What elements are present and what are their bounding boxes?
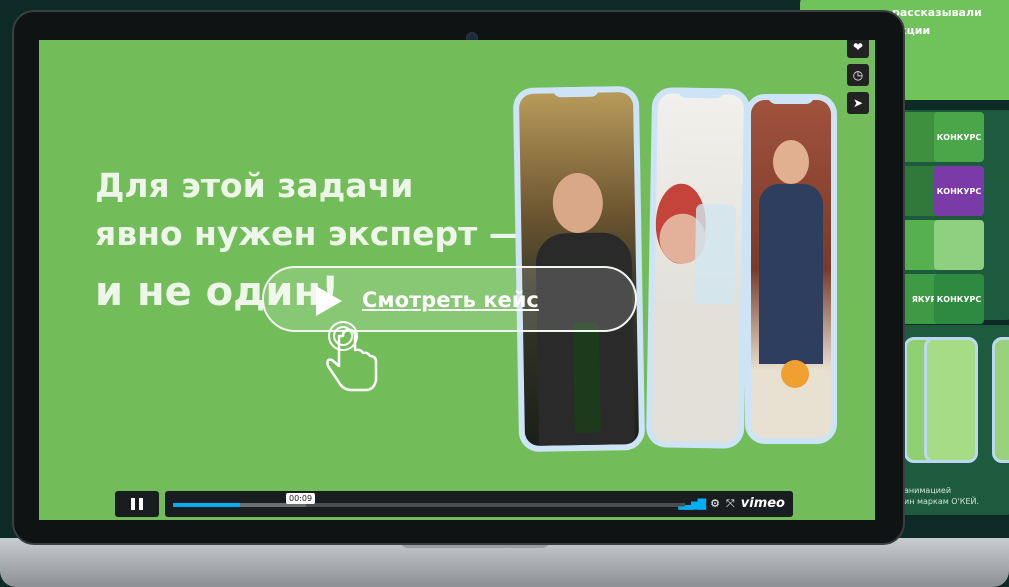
send-icon: ➤: [852, 96, 864, 110]
pause-button[interactable]: [115, 491, 159, 517]
phone-mockup-3: [745, 94, 837, 444]
progress-fill: [173, 503, 240, 507]
phone-mockup-2: [645, 87, 751, 449]
background-text-1: рассказывали: [892, 6, 982, 19]
control-bar: 00:09 ▂▃▅▇ ⚙ ⤧ vimeo: [165, 491, 793, 517]
like-button[interactable]: ❤: [847, 40, 869, 58]
watch-case-label: Смотреть кейс: [362, 288, 539, 312]
promo-tile: КОНКУРС: [934, 112, 984, 162]
fullscreen-icon[interactable]: ⤧: [726, 497, 735, 511]
headline-line-2: явно нужен эксперт —: [95, 214, 522, 253]
watch-case-button[interactable]: Смотреть кейс: [262, 266, 637, 332]
promo-tile: [934, 220, 984, 270]
background-text-2: укции: [892, 24, 931, 37]
vimeo-logo[interactable]: vimeo: [741, 496, 785, 511]
clock-icon: ◷: [852, 68, 864, 82]
progress-track[interactable]: 00:09: [173, 493, 685, 507]
background-caption-1: анимацией: [904, 486, 952, 495]
phone-photo-drink: [651, 93, 745, 443]
time-display: 00:09: [286, 493, 316, 504]
play-icon: [316, 286, 342, 316]
volume-bars-icon[interactable]: ▂▃▅▇: [678, 497, 706, 510]
promo-tile: КОНКУРС: [934, 166, 984, 216]
phone-photo-mixologist: [751, 100, 831, 438]
player-controls: 00:09 ▂▃▅▇ ⚙ ⤧ vimeo: [115, 491, 793, 517]
mini-phone: [992, 337, 1009, 463]
video-player[interactable]: Для этой задачи явно нужен эксперт — и н…: [39, 40, 875, 520]
gear-icon[interactable]: ⚙: [710, 497, 720, 510]
background-caption-2: ин маркам О'КЕЙ.: [904, 497, 980, 506]
promo-tile: КОНКУРС: [934, 274, 984, 324]
watch-later-button[interactable]: ◷: [847, 64, 869, 86]
headline-line-1: Для этой задачи: [95, 166, 414, 205]
pointer-hand-icon: [326, 321, 378, 392]
mini-phone: [924, 337, 978, 463]
share-button[interactable]: ➤: [847, 92, 869, 114]
heart-icon: ❤: [852, 40, 864, 54]
